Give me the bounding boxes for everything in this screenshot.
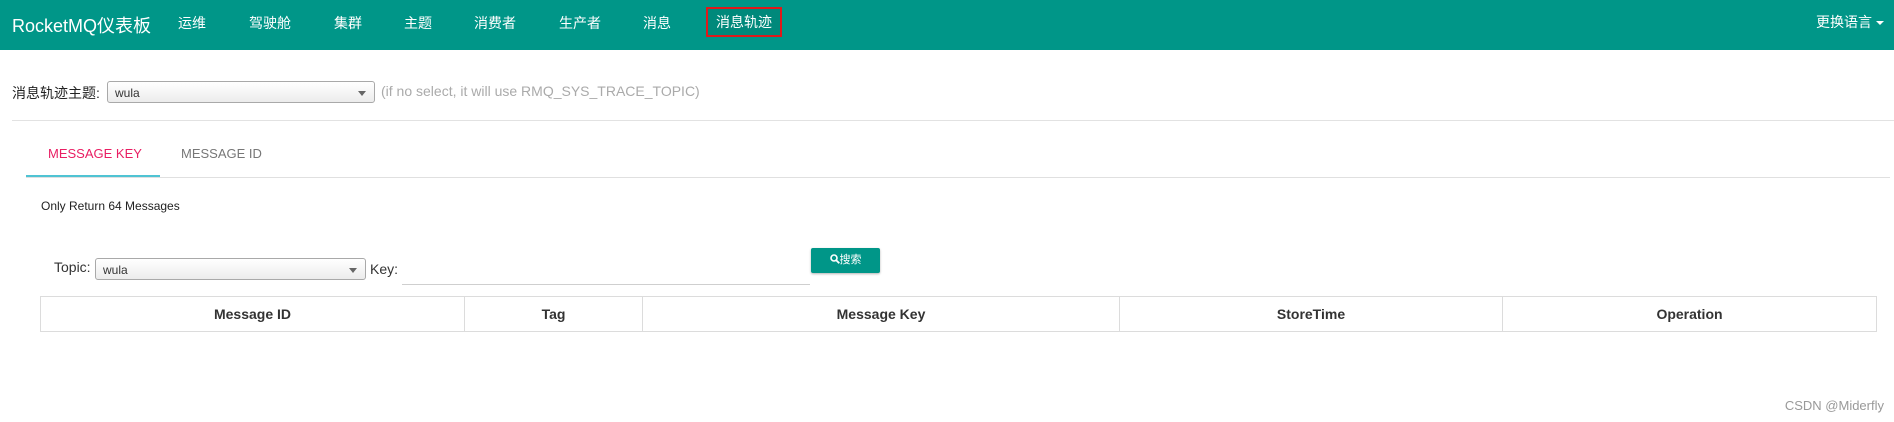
column-header-message-id[interactable]: Message ID [41,297,465,331]
key-input[interactable] [402,255,810,285]
topic-select[interactable]: wula [95,258,366,280]
nav-item-message-trace[interactable]: 消息轨迹 [706,7,782,37]
column-header-tag[interactable]: Tag [465,297,643,331]
caret-down-icon [1876,21,1884,26]
nav-item-topic[interactable]: 主题 [404,13,432,33]
tab-divider [26,177,1890,178]
dropdown-arrow-icon [349,268,357,273]
watermark: CSDN @Miderfly [1784,398,1884,413]
top-navbar: RocketMQ仪表板 运维 驾驶舱 集群 主题 消费者 生产者 消息 消息轨迹… [0,0,1894,50]
key-label: Key: [370,261,399,277]
search-button[interactable]: 搜索 [811,248,880,273]
tab-message-key[interactable]: MESSAGE KEY [48,146,142,161]
trace-topic-select[interactable]: wula [107,81,375,103]
topic-label: Topic: [54,259,91,275]
language-dropdown[interactable]: 更换语言 [1816,12,1884,32]
brand-title[interactable]: RocketMQ仪表板 [12,12,151,38]
nav-item-ops[interactable]: 运维 [178,13,206,33]
message-table: Message ID Tag Message Key StoreTime Ope… [40,296,1877,332]
topic-select-value: wula [103,263,128,277]
nav-item-consumer[interactable]: 消费者 [474,13,516,33]
column-header-storetime[interactable]: StoreTime [1120,297,1503,331]
nav-item-message[interactable]: 消息 [643,13,671,33]
trace-topic-label: 消息轨迹主题: [12,85,100,101]
column-header-operation[interactable]: Operation [1503,297,1876,331]
nav-item-producer[interactable]: 生产者 [559,13,601,33]
search-icon [829,254,840,264]
nav-item-dashboard[interactable]: 驾驶舱 [249,13,291,33]
section-divider [12,120,1894,121]
language-label: 更换语言 [1816,14,1872,30]
column-header-message-key[interactable]: Message Key [643,297,1120,331]
search-button-label: 搜索 [839,254,862,266]
dropdown-arrow-icon [358,91,366,96]
trace-topic-value: wula [115,86,140,100]
tab-message-id[interactable]: MESSAGE ID [181,146,262,161]
result-limit-note: Only Return 64 Messages [41,199,180,213]
nav-item-cluster[interactable]: 集群 [334,13,362,33]
trace-topic-hint: (if no select, it will use RMQ_SYS_TRACE… [381,83,700,99]
